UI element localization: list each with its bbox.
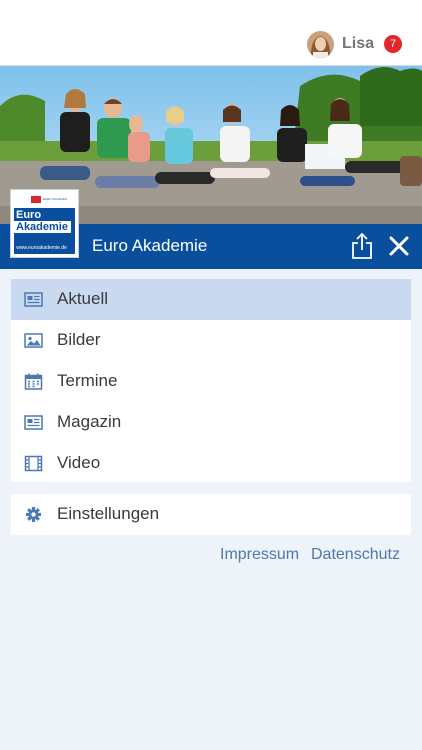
newspaper-icon (24, 415, 43, 430)
notification-badge[interactable]: 7 (384, 35, 402, 53)
logo-tag: EURO SCHULEN (43, 197, 67, 201)
film-icon (24, 455, 43, 472)
app-logo: EURO SCHULEN Euro Akademie www.euroakade… (10, 189, 79, 258)
logo-url: www.euroakademie.de (16, 245, 67, 251)
menu-item-label: Bilder (57, 330, 101, 349)
logo-line1: Euro (16, 209, 42, 221)
menu-item-video[interactable]: Video (11, 443, 411, 484)
menu-item-bilder[interactable]: Bilder (11, 320, 411, 361)
newspaper-icon (24, 292, 43, 307)
menu-item-aktuell[interactable]: Aktuell (11, 279, 411, 320)
logo-flag (31, 196, 41, 203)
menu-item-label: Termine (57, 371, 118, 390)
menu-item-label: Aktuell (57, 289, 109, 308)
datenschutz-link[interactable]: Datenschutz (311, 546, 400, 564)
share-icon (352, 232, 372, 259)
gear-icon (26, 507, 41, 522)
menu-item-magazin[interactable]: Magazin (11, 402, 411, 443)
logo-line2: Akademie (14, 221, 71, 233)
settings-label: Einstellungen (57, 504, 160, 523)
menu-item-termine[interactable]: Termine (11, 361, 411, 402)
impressum-link[interactable]: Impressum (220, 546, 299, 564)
menu-item-label: Video (57, 453, 101, 472)
top-bar: Lisa 7 (0, 0, 422, 66)
app-title: Euro Akademie (92, 236, 208, 255)
close-button[interactable] (388, 235, 410, 257)
calendar-icon (24, 373, 43, 390)
settings-item[interactable]: Einstellungen (11, 494, 411, 535)
user-profile[interactable]: Lisa 7 (306, 30, 402, 58)
avatar[interactable] (306, 30, 334, 58)
close-icon (389, 236, 409, 256)
share-button[interactable] (350, 232, 374, 260)
image-icon (24, 333, 43, 348)
user-name[interactable]: Lisa (342, 35, 374, 53)
main-menu: Aktuell Bilder Termine Magazin Video (11, 279, 411, 482)
menu-item-label: Magazin (57, 412, 122, 431)
